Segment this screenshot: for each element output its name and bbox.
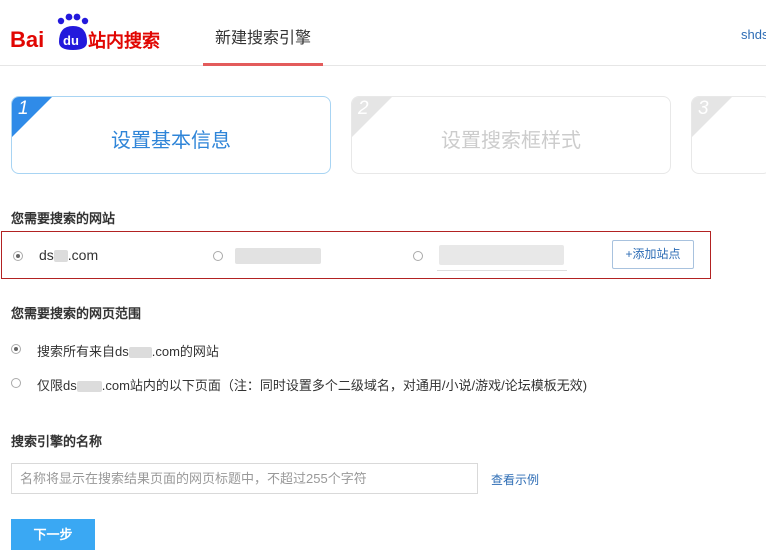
user-link[interactable]: shds [741,27,766,42]
step-title: 设置搜索框样式 [441,130,581,152]
scope-section-label: 您需要搜索的网页范围 [11,306,142,321]
step-2: 2 设置搜索框样式 [351,96,671,174]
tab-new-search-engine[interactable]: 新建搜索引擎 [203,0,323,66]
add-site-button[interactable]: +添加站点 [612,240,694,269]
step-number: 3 [698,98,709,119]
scope-option-all[interactable]: 搜索所有来自ds .com的网站 [37,341,219,360]
site-selection-box: ds .com +添加站点 [1,231,711,279]
scope-option-all-prefix: 搜索所有来自ds [37,344,129,359]
site-3-input-underline [437,270,567,271]
site-section-label: 您需要搜索的网站 [11,211,116,226]
name-section-label: 搜索引擎的名称 [11,434,103,449]
step-3: 3 [691,96,766,174]
svg-text:站内搜索: 站内搜索 [88,30,160,52]
baidu-logo[interactable]: Bai du 站内搜索 [10,12,165,54]
step-number: 1 [18,98,29,119]
scope-option-limited-prefix: 仅限ds [37,378,77,393]
step-number: 2 [358,98,369,119]
view-example-link[interactable]: 查看示例 [491,471,539,488]
redacted-site-2 [235,248,321,264]
scope-radio-all[interactable] [11,344,21,354]
step-1: 1 设置基本信息 [11,96,331,174]
engine-name-input[interactable] [11,463,478,494]
scope-radio-limited[interactable] [11,378,21,388]
redacted-text [76,381,102,393]
scope-option-limited[interactable]: 仅限ds .com站内的以下页面（注：同时设置多个二级域名，对通用/小说/游戏/论… [37,375,587,394]
tab-active-underline [203,63,323,66]
scope-option-all-suffix: .com的网站 [151,344,219,359]
site-1-suffix: .com [67,247,99,263]
site-1-prefix: ds [39,247,54,263]
svg-text:du: du [63,33,79,48]
redacted-text [128,347,152,359]
site-radio-2[interactable] [213,251,223,261]
site-radio-3[interactable] [413,251,423,261]
site-radio-1[interactable] [13,251,23,261]
header: Bai du 站内搜索 新建搜索引擎 shds [0,0,766,66]
tab-label: 新建搜索引擎 [214,30,311,47]
redacted-text [53,250,68,263]
step-title: 设置基本信息 [111,130,231,152]
scope-option-limited-suffix: .com站内的以下页面（注：同时设置多个二级域名，对通用/小说/游戏/论坛模板无… [101,378,588,393]
redacted-site-3-input[interactable] [439,245,564,265]
svg-text:Bai: Bai [10,27,44,52]
next-step-button[interactable]: 下一步 [11,519,95,550]
site-1-label[interactable]: ds .com [39,247,98,263]
